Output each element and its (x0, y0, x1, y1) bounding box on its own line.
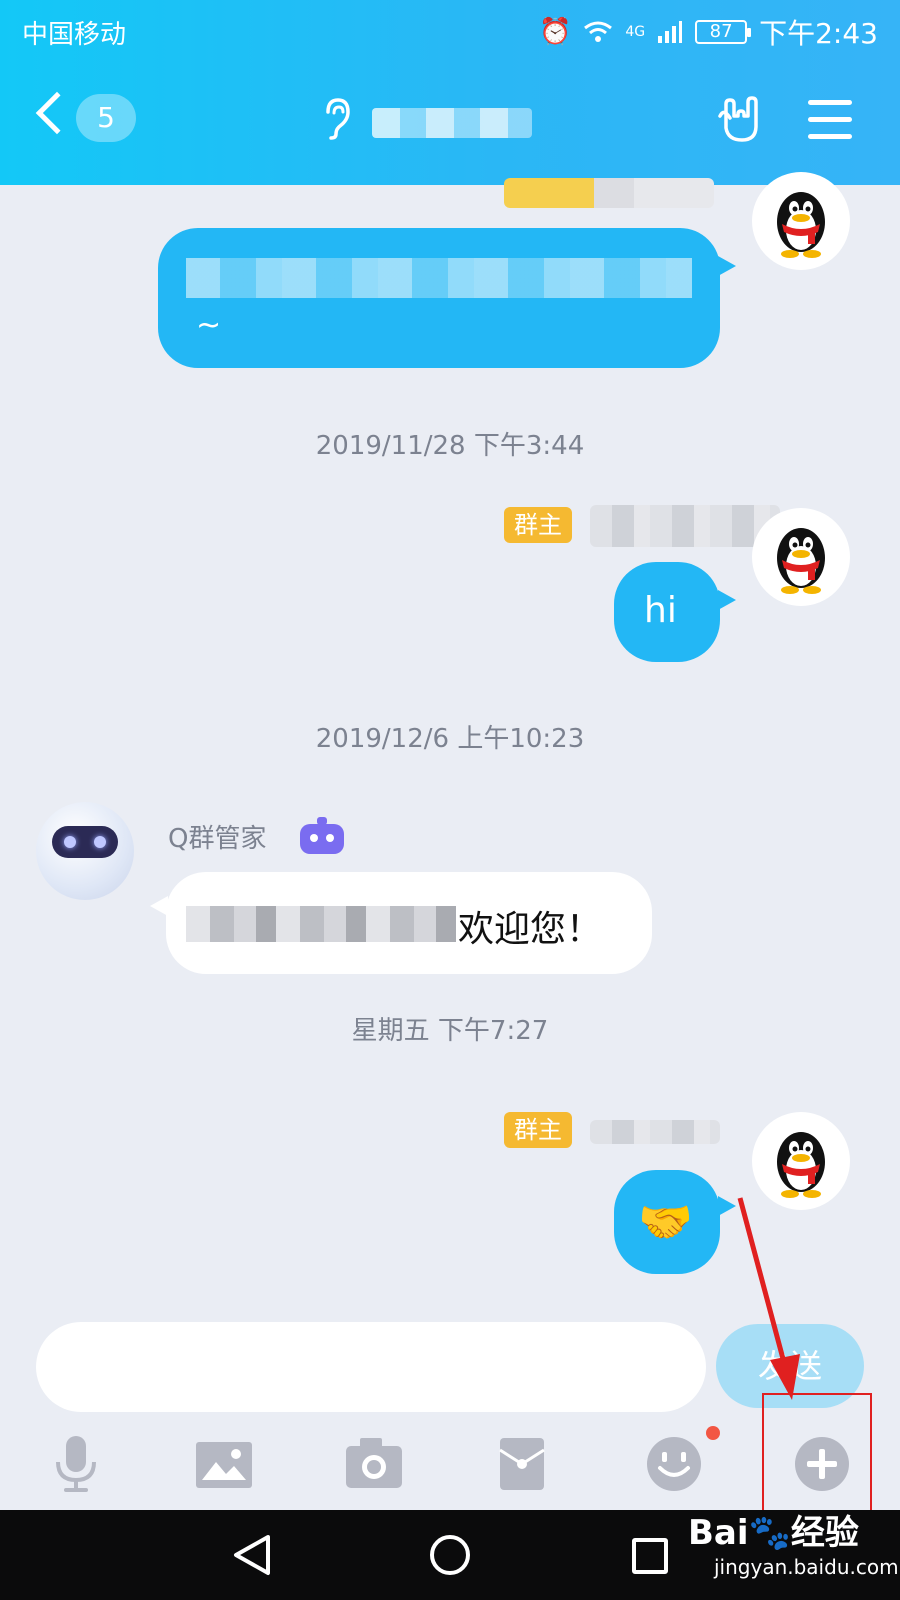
red-packet-icon[interactable] (490, 1432, 554, 1496)
notification-dot (706, 1426, 720, 1440)
bot-visor (52, 826, 118, 858)
timestamp: 星期五 下午7:27 (351, 1016, 549, 1046)
bot-eye (64, 836, 76, 848)
sender-name: Q群管家 (168, 824, 267, 854)
annotation-arrow (737, 1197, 800, 1400)
baidu-jingyan-watermark: Bai🐾经验 jingyan.baidu.com (688, 1505, 899, 1595)
camera-icon[interactable] (342, 1432, 406, 1496)
menu-icon[interactable] (808, 100, 852, 140)
network-type: 4G (625, 24, 646, 40)
chat-header: 5 (0, 70, 900, 180)
signal-icon (658, 21, 683, 43)
picture-icon[interactable] (192, 1432, 256, 1496)
rock-hand-gesture-icon[interactable] (716, 94, 768, 146)
sender-name-blurred (590, 1120, 720, 1144)
battery-indicator: 87 (695, 20, 752, 44)
message-text-tail: 欢迎您！ (458, 909, 603, 950)
message-bubble[interactable]: ~ (158, 228, 720, 368)
owner-badge: 群主 (504, 1112, 572, 1148)
avatar[interactable] (752, 172, 850, 270)
qq-penguin-icon (777, 528, 825, 594)
carrier-name: 中国移动 (22, 20, 127, 50)
emoji-icon[interactable] (642, 1432, 706, 1496)
status-bar: 中国移动 ⏰ 4G 87 下午2:43 (0, 0, 900, 62)
message-text: hi (644, 590, 677, 631)
owner-badge: 群主 (504, 507, 572, 543)
back-button[interactable]: 5 (35, 90, 146, 150)
nav-back-icon[interactable] (232, 1534, 272, 1576)
top-bar: 中国移动 ⏰ 4G 87 下午2:43 5 (0, 0, 900, 185)
clock: 下午2:43 (759, 17, 878, 50)
bot-eye (94, 836, 106, 848)
watermark-main-text: Bai🐾经验 (688, 1513, 859, 1553)
bubble-tail (718, 256, 736, 276)
bubble-tail (718, 590, 736, 610)
nav-recents-icon[interactable] (632, 1538, 668, 1574)
robot-badge-icon (300, 817, 344, 854)
timestamp: 2019/12/6 上午10:23 (315, 724, 585, 754)
nav-home-icon[interactable] (430, 1535, 470, 1575)
earpiece-mode-icon[interactable] (320, 96, 354, 140)
qq-penguin-icon (777, 192, 825, 258)
alarm-icon: ⏰ (538, 17, 572, 47)
watermark-url: jingyan.baidu.com (714, 1555, 899, 1579)
sender-name-blurred (504, 178, 714, 208)
message-text-blurred (186, 258, 692, 298)
group-title-blurred (372, 108, 532, 138)
message-text-blurred (186, 906, 456, 942)
handshake-emoji: 🤝 (638, 1197, 693, 1248)
back-chevron-icon (35, 91, 79, 135)
bot-avatar[interactable] (36, 802, 134, 900)
microphone-icon[interactable] (44, 1432, 108, 1496)
unread-count-badge: 5 (76, 94, 136, 142)
sender-name-blurred (590, 505, 780, 547)
message-input[interactable] (36, 1322, 706, 1412)
avatar[interactable] (752, 508, 850, 606)
wifi-icon (584, 21, 613, 42)
status-icons: ⏰ 4G 87 下午2:43 (539, 12, 878, 52)
message-text-tail: ~ (196, 308, 222, 343)
message-bubble[interactable]: hi (614, 562, 720, 662)
timestamp: 2019/11/28 下午3:44 (315, 431, 585, 461)
